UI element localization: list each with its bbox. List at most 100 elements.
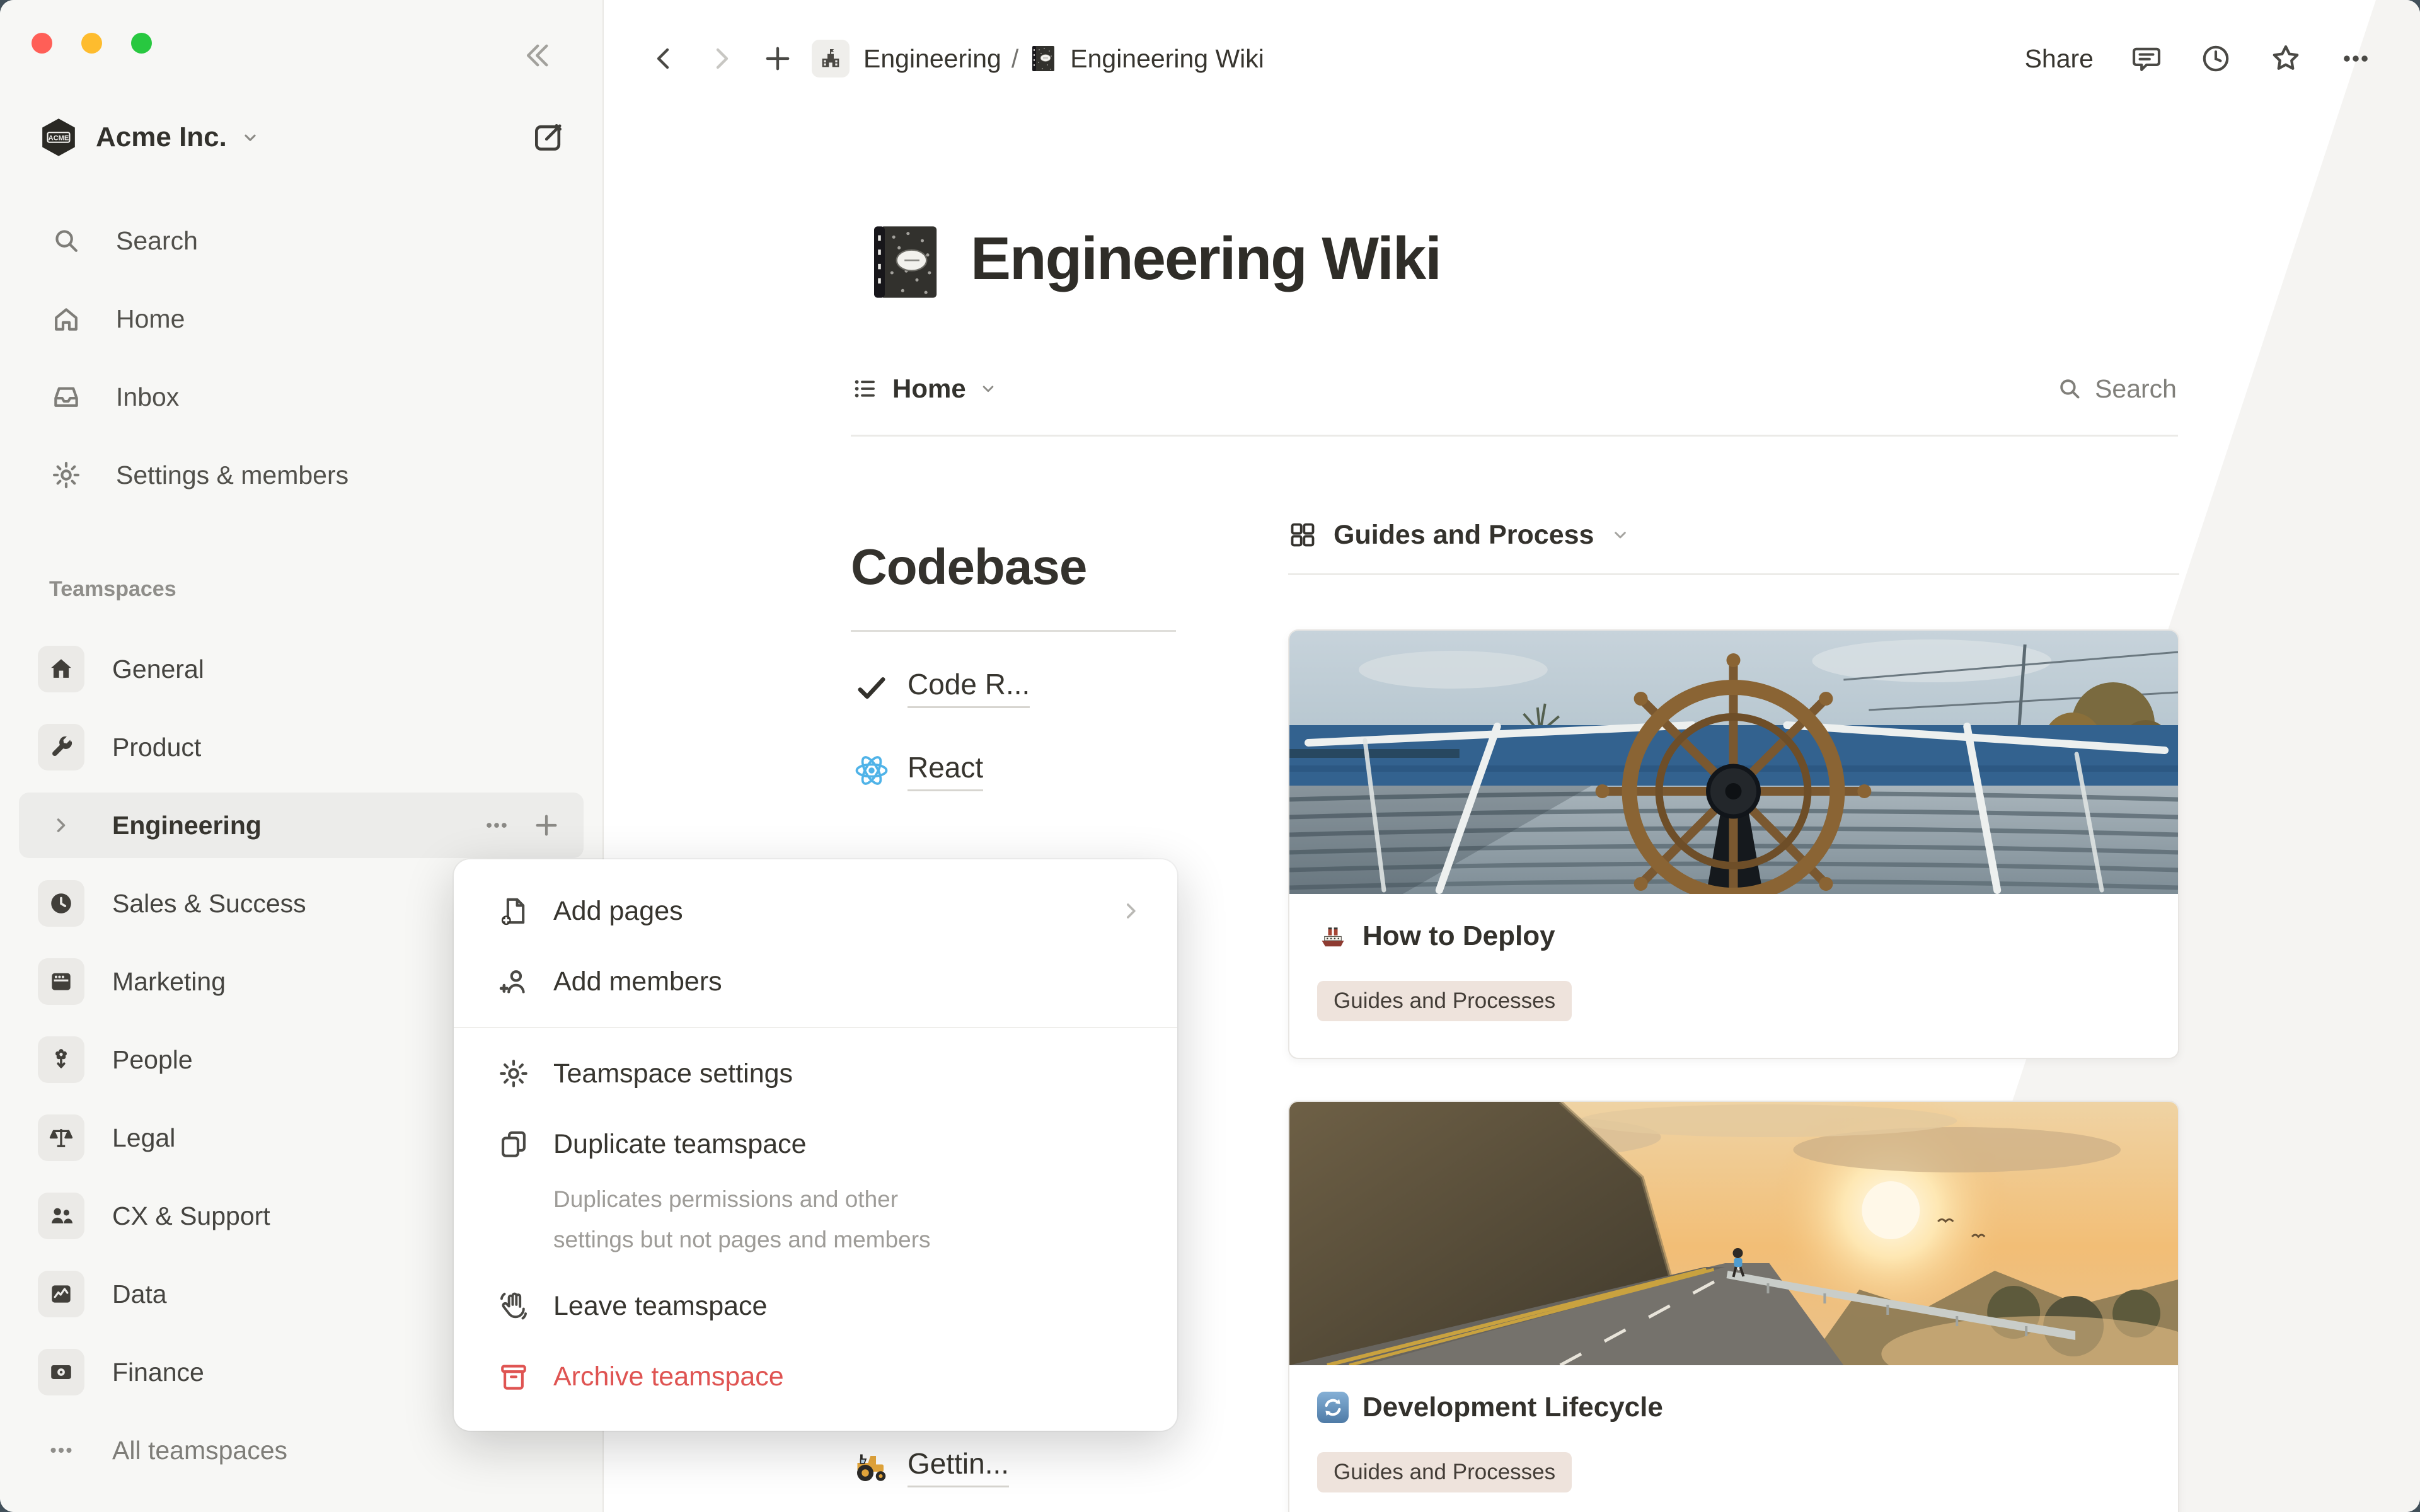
sidebar-nav: Search Home Inbox Settings & members bbox=[0, 202, 602, 514]
teamspace-label: Sales & Success bbox=[112, 889, 306, 919]
teamspace-label: All teamspaces bbox=[112, 1436, 287, 1465]
minimize-window-button[interactable] bbox=[81, 33, 102, 54]
archive-box-icon bbox=[494, 1360, 533, 1393]
menu-item-label: Add pages bbox=[553, 896, 683, 927]
inbox-icon bbox=[48, 381, 84, 413]
copy-icon bbox=[494, 1128, 533, 1160]
codebase-divider bbox=[851, 630, 1176, 632]
teamspace-label: Marketing bbox=[112, 967, 226, 997]
zoom-window-button[interactable] bbox=[131, 33, 152, 54]
ship-wheel-photo bbox=[1289, 631, 2178, 894]
menu-item-duplicate-teamspace[interactable]: Duplicate teamspace bbox=[454, 1109, 1177, 1179]
tractor-icon bbox=[851, 1448, 892, 1486]
link-getting-started[interactable]: Gettin... bbox=[851, 1425, 1009, 1508]
menu-item-label: Duplicate teamspace bbox=[553, 1129, 807, 1160]
tab-home-label: Home bbox=[892, 374, 966, 404]
menu-item-label: Add members bbox=[553, 966, 722, 997]
submenu-chevron-right-icon bbox=[1118, 898, 1143, 924]
home-icon bbox=[48, 303, 84, 335]
sidebar-item-label: Search bbox=[116, 226, 198, 256]
person-plus-icon bbox=[494, 965, 533, 998]
chevron-down-icon bbox=[239, 127, 261, 148]
clock-icon bbox=[38, 880, 84, 927]
page-notebook-icon[interactable] bbox=[863, 218, 949, 306]
forward-icon[interactable] bbox=[706, 43, 736, 74]
card-body: Development Lifecycle Guides and Process… bbox=[1289, 1365, 2178, 1512]
teamspace-more-icon[interactable] bbox=[483, 811, 510, 839]
teamspace-label: CX & Support bbox=[112, 1201, 270, 1231]
wrench-icon bbox=[38, 724, 84, 770]
scales-icon bbox=[38, 1114, 84, 1161]
cycle-arrows-icon bbox=[1317, 1392, 1349, 1423]
workspace-switcher[interactable]: ACME Acme Inc. bbox=[39, 106, 566, 169]
page-plus-icon bbox=[494, 895, 533, 927]
sidebar-item-home[interactable]: Home bbox=[0, 280, 602, 358]
people-icon bbox=[38, 1193, 84, 1239]
breadcrumb-teamspace[interactable]: Engineering bbox=[863, 44, 1001, 74]
teamspace-label: Finance bbox=[112, 1358, 204, 1387]
back-icon[interactable] bbox=[649, 43, 679, 74]
menu-item-add-members[interactable]: Add members bbox=[454, 946, 1177, 1017]
teamspaces-section-header: Teamspaces bbox=[49, 577, 176, 602]
topbar: Engineering / Engineering Wiki Share bbox=[604, 0, 2420, 117]
collapse-sidebar-icon[interactable] bbox=[519, 39, 552, 72]
sidebar-item-engineering[interactable]: Engineering bbox=[19, 793, 584, 858]
history-clock-icon[interactable] bbox=[2199, 42, 2232, 75]
page-search-label: Search bbox=[2095, 374, 2177, 404]
menu-item-label: Leave teamspace bbox=[553, 1291, 767, 1322]
window-controls bbox=[32, 33, 152, 54]
page-search-button[interactable]: Search bbox=[2056, 374, 2177, 404]
chevron-down-icon bbox=[1610, 525, 1630, 545]
sidebar-item-product[interactable]: Product bbox=[0, 708, 602, 786]
link-react[interactable]: React bbox=[851, 729, 1180, 812]
guides-gallery-section: Guides and Process bbox=[1288, 512, 2179, 1512]
notion-window: ACME Acme Inc. Search Home bbox=[0, 0, 2420, 1512]
sidebar-item-settings[interactable]: Settings & members bbox=[0, 436, 602, 514]
close-window-button[interactable] bbox=[32, 33, 52, 54]
sunset-road-photo bbox=[1289, 1102, 2178, 1365]
breadcrumb-page[interactable]: Engineering Wiki bbox=[1028, 43, 1264, 74]
teamspace-label: Product bbox=[112, 733, 201, 762]
list-view-icon bbox=[851, 374, 880, 403]
page-title: Engineering Wiki bbox=[971, 224, 1441, 294]
sidebar-item-search[interactable]: Search bbox=[0, 202, 602, 280]
sidebar-item-label: Settings & members bbox=[116, 461, 349, 490]
new-page-icon[interactable] bbox=[761, 42, 794, 75]
teamspace-context-menu: Add pages Add members Teamspace settings… bbox=[454, 859, 1177, 1431]
card-how-to-deploy[interactable]: How to Deploy Guides and Processes bbox=[1288, 629, 2179, 1059]
menu-item-teamspace-settings[interactable]: Teamspace settings bbox=[454, 1038, 1177, 1109]
menu-item-description: Duplicates permissions and other setting… bbox=[454, 1179, 996, 1271]
card-body: How to Deploy Guides and Processes bbox=[1289, 894, 2178, 1058]
teamspace-label: People bbox=[112, 1045, 193, 1075]
menu-item-add-pages[interactable]: Add pages bbox=[454, 876, 1177, 946]
teamspace-building-icon[interactable] bbox=[812, 40, 850, 77]
more-options-icon[interactable] bbox=[2339, 42, 2372, 75]
link-label: Gettin... bbox=[908, 1446, 1009, 1487]
ellipsis-icon bbox=[38, 1436, 84, 1465]
breadcrumb-page-label: Engineering Wiki bbox=[1070, 44, 1264, 74]
menu-item-archive-teamspace[interactable]: Archive teamspace bbox=[454, 1341, 1177, 1412]
link-code-review[interactable]: Code R... bbox=[851, 646, 1180, 729]
sidebar-item-inbox[interactable]: Inbox bbox=[0, 358, 602, 436]
header-divider bbox=[851, 435, 2178, 437]
gallery-divider bbox=[1288, 573, 2179, 575]
teamspace-add-page-icon[interactable] bbox=[532, 811, 561, 840]
teamspace-label: Legal bbox=[112, 1123, 175, 1153]
sidebar-item-general[interactable]: General bbox=[0, 630, 602, 708]
svg-text:ACME: ACME bbox=[49, 135, 69, 142]
comments-icon[interactable] bbox=[2130, 42, 2163, 75]
menu-item-label: Archive teamspace bbox=[553, 1361, 784, 1392]
banknote-icon bbox=[38, 1349, 84, 1395]
new-page-compose-icon[interactable] bbox=[531, 120, 566, 155]
tab-home[interactable]: Home bbox=[851, 374, 998, 404]
gallery-view-header[interactable]: Guides and Process bbox=[1288, 512, 2179, 558]
menu-item-leave-teamspace[interactable]: Leave teamspace bbox=[454, 1271, 1177, 1341]
view-tab-row: Home Search bbox=[851, 364, 2177, 413]
gear-icon bbox=[494, 1057, 533, 1090]
card-development-lifecycle[interactable]: Development Lifecycle Guides and Process… bbox=[1288, 1101, 2179, 1512]
chevron-right-icon[interactable] bbox=[38, 814, 84, 837]
card-tag: Guides and Processes bbox=[1317, 1452, 1572, 1492]
gallery-grid-icon bbox=[1288, 520, 1317, 549]
favorite-star-icon[interactable] bbox=[2269, 42, 2303, 76]
share-button[interactable]: Share bbox=[2025, 44, 2094, 74]
